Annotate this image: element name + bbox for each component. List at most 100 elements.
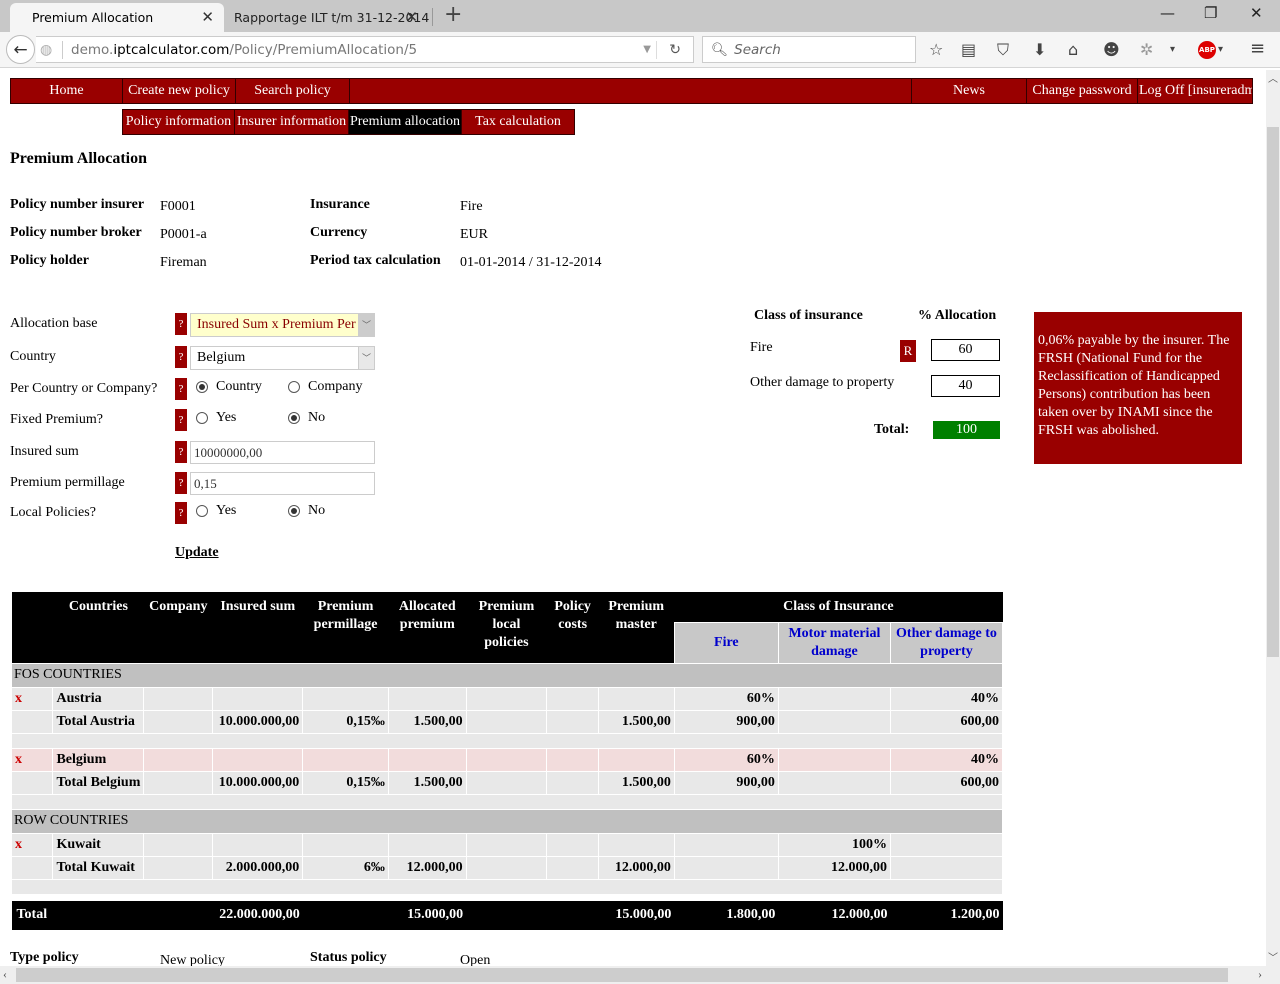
update-button[interactable]: Update <box>175 545 219 561</box>
allocation-base-select[interactable]: Insured Sum x Premium Per ﹀ <box>190 313 375 337</box>
url-host: iptcalculator.com <box>113 41 230 58</box>
help-icon[interactable]: ? <box>175 378 187 400</box>
extension-dropdown-icon[interactable]: ▾ <box>1170 44 1175 55</box>
insured-sum-input[interactable]: 10000000,00 <box>190 441 375 464</box>
divider <box>62 40 63 59</box>
grand-total-allocated: 15.000,00 <box>388 900 467 930</box>
horizontal-scroll-thumb[interactable] <box>16 968 1228 982</box>
url-dropdown-icon[interactable]: ▼ <box>643 44 651 55</box>
motor-pct: 100% <box>777 832 891 857</box>
scroll-right-icon[interactable]: › <box>1258 967 1262 982</box>
minimize-icon[interactable]: — <box>1160 4 1175 22</box>
adblock-icon[interactable]: ABP <box>1198 41 1216 59</box>
subnav-tax-calculation[interactable]: Tax calculation <box>462 110 574 134</box>
fire-pct-input[interactable]: 60 <box>931 339 1000 361</box>
tab-bar: Premium Allocation ✕ Rapportage ILT t/m … <box>0 0 1280 32</box>
close-tab-icon[interactable]: ✕ <box>405 8 418 26</box>
permillage: 0,15‰ <box>302 770 389 795</box>
subnav-premium-allocation[interactable]: Premium allocation <box>349 110 462 134</box>
delete-icon[interactable]: x <box>10 832 54 857</box>
back-arrow-icon[interactable]: ← <box>6 35 35 64</box>
nav-log-off[interactable]: Log Off [insureradm <box>1138 79 1253 103</box>
period-label: Period tax calculation <box>310 253 441 268</box>
premium-permillage-input[interactable]: 0,15 <box>190 472 375 495</box>
scroll-up-icon[interactable]: ︿ <box>1268 70 1278 85</box>
bookmark-star-icon[interactable]: ☆ <box>929 40 943 59</box>
delete-icon[interactable]: x <box>10 747 54 772</box>
nav-home[interactable]: Home <box>11 79 123 103</box>
help-icon[interactable]: ? <box>175 441 187 463</box>
help-icon[interactable]: ? <box>175 346 187 368</box>
other-amount: 600,00 <box>889 709 1004 734</box>
fire-pct: 60% <box>673 686 779 711</box>
cell <box>212 832 304 857</box>
radio-company[interactable]: Company <box>288 379 362 395</box>
help-icon[interactable]: ? <box>175 502 187 524</box>
subnav-insurer-information[interactable]: Insurer information <box>235 110 349 134</box>
delete-icon[interactable]: x <box>10 686 54 711</box>
browser-tab-rapportage[interactable]: Rapportage ILT t/m 31-12-2014 ✕ <box>226 3 432 32</box>
help-icon[interactable]: ? <box>175 409 187 431</box>
nav-search-policy[interactable]: Search policy <box>236 79 350 103</box>
reload-icon[interactable]: ↻ <box>669 42 681 58</box>
pocket-icon[interactable]: ⛉ <box>997 40 1009 60</box>
window-close-icon[interactable]: ✕ <box>1250 4 1263 22</box>
close-tab-icon[interactable]: ✕ <box>201 8 214 26</box>
url-bar[interactable]: ◍ demo. iptcalculator.com/Policy/PremiumA… <box>36 36 694 63</box>
scrollbar-corner <box>1266 966 1280 984</box>
radio-local-yes[interactable]: Yes <box>196 503 236 519</box>
cell <box>10 770 54 795</box>
col-header-motor-material-damage[interactable]: Motor material damage <box>777 621 891 664</box>
subnav-policy-information[interactable]: Policy information <box>123 110 235 134</box>
pct-allocation-header: % Allocation <box>918 308 997 323</box>
r-button[interactable]: R <box>900 340 916 362</box>
type-policy-label: Type policy <box>10 950 79 965</box>
cell <box>465 686 548 711</box>
nav-news[interactable]: News <box>912 79 1027 103</box>
cell <box>302 686 389 711</box>
insured-sum-row: Insured sum ? 10000000,00 <box>10 441 390 465</box>
permillage: 0,15‰ <box>302 709 389 734</box>
policy-costs <box>546 855 600 880</box>
premium-master: 1.500,00 <box>598 709 675 734</box>
hello-chat-icon[interactable]: ☻ <box>1103 40 1120 59</box>
extension-icon[interactable]: ✲ <box>1140 40 1153 59</box>
vertical-scrollbar[interactable]: ︿ ﹀ <box>1266 70 1280 966</box>
cell <box>10 709 54 734</box>
country-select[interactable]: Belgium ﹀ <box>190 346 375 370</box>
col-header-fire[interactable]: Fire <box>673 621 779 664</box>
help-icon[interactable]: ? <box>175 472 187 494</box>
nav-change-password[interactable]: Change password <box>1027 79 1138 103</box>
globe-icon: ◍ <box>40 41 53 58</box>
help-icon[interactable]: ? <box>175 313 187 335</box>
radio-fixed-no[interactable]: No <box>288 410 325 426</box>
adblock-dropdown-icon[interactable]: ▾ <box>1218 44 1223 55</box>
radio-fixed-yes[interactable]: Yes <box>196 410 236 426</box>
home-icon[interactable]: ⌂ <box>1068 40 1078 59</box>
scroll-down-icon[interactable]: ﹀ <box>1268 949 1278 964</box>
insured-sum: 10.000.000,00 <box>212 770 304 795</box>
radio-country[interactable]: Country <box>196 379 262 395</box>
download-icon[interactable]: ⬇ <box>1033 40 1046 59</box>
new-tab-icon[interactable]: + <box>444 2 462 27</box>
radio-checked-icon <box>288 412 300 424</box>
browser-tab-premium-allocation[interactable]: Premium Allocation ✕ <box>10 3 224 32</box>
motor-pct <box>777 747 891 772</box>
reading-list-icon[interactable]: ▤ <box>961 40 976 59</box>
radio-local-no[interactable]: No <box>288 503 325 519</box>
other-damage-pct-input[interactable]: 40 <box>931 375 1000 397</box>
menu-hamburger-icon[interactable]: ≡ <box>1250 38 1265 59</box>
nav-create-new-policy[interactable]: Create new policy <box>123 79 236 103</box>
search-input[interactable]: 🔍︎ Search <box>702 36 916 63</box>
currency-label: Currency <box>310 225 368 240</box>
status-policy-value: Open <box>460 953 491 966</box>
grand-total-other: 1.200,00 <box>890 900 1003 930</box>
restore-icon[interactable]: ❐ <box>1204 4 1217 22</box>
cell <box>11 878 1003 895</box>
horizontal-scrollbar[interactable]: ‹ › <box>0 966 1266 984</box>
total-row-belgium: Total Belgium 10.000.000,00 0,15‰ 1.500,… <box>10 770 1004 795</box>
col-header-other-damage[interactable]: Other damage to property <box>889 621 1004 664</box>
allocation-base-value: Insured Sum x Premium Per <box>197 317 356 332</box>
vertical-scroll-thumb[interactable] <box>1267 127 1279 657</box>
scroll-left-icon[interactable]: ‹ <box>3 967 7 982</box>
